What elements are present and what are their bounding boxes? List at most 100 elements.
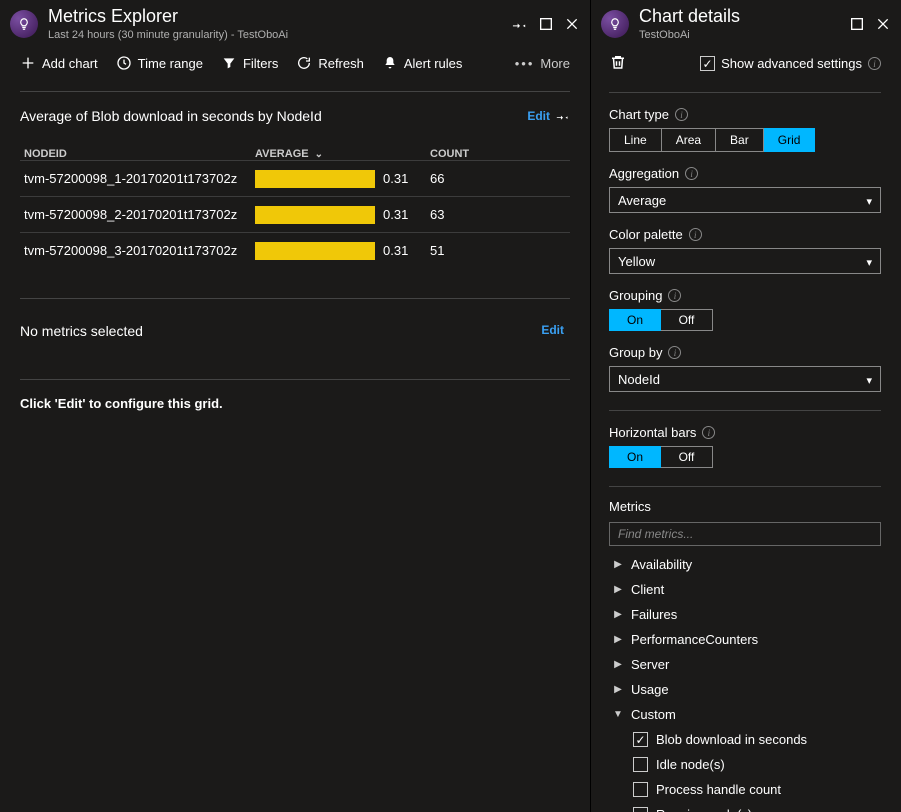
chart-type-line[interactable]: Line xyxy=(609,128,662,152)
add-chart-button[interactable]: Add chart xyxy=(20,55,98,71)
page-subtitle: Last 24 hours (30 minute granularity) - … xyxy=(48,29,512,41)
metric-item[interactable]: Blob download in seconds xyxy=(633,727,881,752)
more-button[interactable]: ••• More xyxy=(515,56,570,71)
metrics-search-input[interactable] xyxy=(609,522,881,546)
filters-label: Filters xyxy=(243,56,278,71)
caret-right-icon: ▶ xyxy=(613,584,623,595)
empty-chart-edit-link[interactable]: Edit xyxy=(541,323,564,339)
hbar-toggle: OnOff xyxy=(609,446,881,468)
metric-label: Blob download in seconds xyxy=(656,732,807,747)
aggregation-value: Average xyxy=(618,193,666,208)
alert-rules-button[interactable]: Alert rules xyxy=(382,55,463,71)
configure-hint: Click 'Edit' to configure this grid. xyxy=(20,379,570,411)
info-icon: i xyxy=(668,289,681,302)
group-by-value: NodeId xyxy=(618,372,660,387)
hbar-label: Horizontal bars xyxy=(609,425,696,440)
cell-count: 51 xyxy=(430,243,510,258)
chart-type-segment: LineAreaBarGrid xyxy=(609,128,881,152)
chart-type-bar[interactable]: Bar xyxy=(716,128,764,152)
metric-item[interactable]: Idle node(s) xyxy=(633,752,881,777)
chart-pin-icon[interactable] xyxy=(556,109,570,123)
col-header-count[interactable]: COUNT xyxy=(430,148,510,160)
close-icon[interactable] xyxy=(875,16,891,32)
metric-checkbox[interactable] xyxy=(633,807,648,812)
grouping-label: Grouping xyxy=(609,288,662,303)
color-palette-select[interactable]: Yellow xyxy=(609,248,881,274)
metrics-group-availability[interactable]: ▶Availability xyxy=(609,552,881,577)
chart-type-label: Chart type xyxy=(609,107,669,122)
aggregation-label: Aggregation xyxy=(609,166,679,181)
info-icon: i xyxy=(668,346,681,359)
grouping-toggle: OnOff xyxy=(609,309,881,331)
metrics-group-label: Client xyxy=(631,582,664,597)
caret-down-icon: ▼ xyxy=(613,709,623,720)
metric-item[interactable]: Running node(s) xyxy=(633,802,881,812)
pin-icon[interactable] xyxy=(512,16,528,32)
metrics-label: Metrics xyxy=(609,499,651,514)
toolbar: Add chart Time range Filters Refresh Ale… xyxy=(0,45,590,85)
metric-checkbox[interactable] xyxy=(633,757,648,772)
chevron-down-icon xyxy=(866,254,872,269)
maximize-icon[interactable] xyxy=(849,16,865,32)
close-icon[interactable] xyxy=(564,16,580,32)
metrics-group-performancecounters[interactable]: ▶ PerformanceCounters xyxy=(609,627,881,652)
time-range-label: Time range xyxy=(138,56,203,71)
cell-count: 63 xyxy=(430,207,510,222)
page-title: Metrics Explorer xyxy=(48,6,512,27)
metrics-group-label: PerformanceCounters xyxy=(631,632,758,647)
col-header-average[interactable]: AVERAGE ⌄ xyxy=(255,148,430,160)
info-icon: i xyxy=(685,167,698,180)
table-row[interactable]: tvm-57200098_3-20170201t173702z 0.31 51 xyxy=(20,232,570,268)
app-logo xyxy=(10,10,38,38)
cell-node: tvm-57200098_1-20170201t173702z xyxy=(20,171,255,186)
details-title: Chart details xyxy=(639,6,849,27)
info-icon: i xyxy=(689,228,702,241)
metric-checkbox[interactable] xyxy=(633,782,648,797)
caret-right-icon: ▶ xyxy=(613,609,623,620)
add-chart-label: Add chart xyxy=(42,56,98,71)
caret-right-icon: ▶ xyxy=(613,634,623,645)
time-range-button[interactable]: Time range xyxy=(116,55,203,71)
chevron-down-icon xyxy=(866,372,872,387)
aggregation-select[interactable]: Average xyxy=(609,187,881,213)
metrics-group-custom[interactable]: ▼Custom xyxy=(609,702,881,727)
caret-right-icon: ▶ xyxy=(613,684,623,695)
chart-type-grid[interactable]: Grid xyxy=(764,128,816,152)
metrics-group-usage[interactable]: ▶Usage xyxy=(609,677,881,702)
cell-node: tvm-57200098_3-20170201t173702z xyxy=(20,243,255,258)
metric-checkbox[interactable] xyxy=(633,732,648,747)
table-row[interactable]: tvm-57200098_1-20170201t173702z 0.31 66 xyxy=(20,160,570,196)
chart-type-area[interactable]: Area xyxy=(662,128,716,152)
color-palette-label: Color palette xyxy=(609,227,683,242)
caret-right-icon: ▶ xyxy=(613,659,623,670)
show-advanced-label: Show advanced settings xyxy=(721,56,862,71)
cell-count: 66 xyxy=(430,171,510,186)
alert-rules-label: Alert rules xyxy=(404,56,463,71)
refresh-button[interactable]: Refresh xyxy=(296,55,364,71)
cell-average: 0.31 xyxy=(383,243,408,258)
hbar-toggle-on[interactable]: On xyxy=(609,446,661,468)
metrics-group-label: Availability xyxy=(631,557,692,572)
col-header-node[interactable]: NODEID xyxy=(20,148,255,160)
metric-item[interactable]: Process handle count xyxy=(633,777,881,802)
metrics-group-client[interactable]: ▶ Client xyxy=(609,577,881,602)
maximize-icon[interactable] xyxy=(538,16,554,32)
hbar-toggle-off[interactable]: Off xyxy=(661,446,713,468)
group-by-select[interactable]: NodeId xyxy=(609,366,881,392)
show-advanced-checkbox[interactable] xyxy=(700,56,715,71)
cell-average: 0.31 xyxy=(383,171,408,186)
filters-button[interactable]: Filters xyxy=(221,55,278,71)
grouping-toggle-on[interactable]: On xyxy=(609,309,661,331)
group-by-label: Group by xyxy=(609,345,662,360)
metric-label: Process handle count xyxy=(656,782,781,797)
grouping-toggle-off[interactable]: Off xyxy=(661,309,713,331)
table-row[interactable]: tvm-57200098_2-20170201t173702z 0.31 63 xyxy=(20,196,570,232)
delete-icon[interactable] xyxy=(609,53,627,74)
info-icon: i xyxy=(868,57,881,70)
metrics-group-server[interactable]: ▶Server xyxy=(609,652,881,677)
col-header-average-label: AVERAGE xyxy=(255,148,309,160)
chart-edit-link[interactable]: Edit xyxy=(527,109,550,123)
metrics-group-failures[interactable]: ▶Failures xyxy=(609,602,881,627)
value-bar xyxy=(255,170,375,188)
info-icon: i xyxy=(702,426,715,439)
